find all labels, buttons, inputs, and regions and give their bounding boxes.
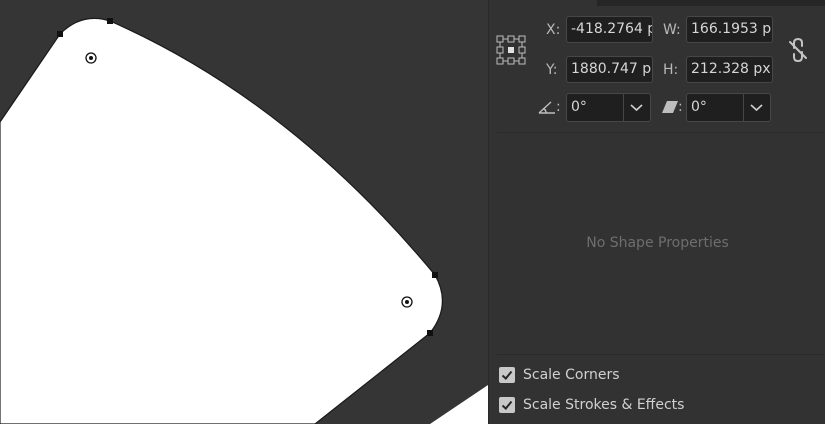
no-shape-properties-message: No Shape Properties [586, 235, 729, 251]
shear-colon: : [678, 99, 683, 115]
chevron-down-icon[interactable] [743, 94, 770, 121]
checkmark-icon [501, 370, 513, 380]
x-label: X: [546, 22, 561, 38]
h-label: H: [663, 62, 679, 78]
section-divider [497, 132, 825, 133]
anchor-point[interactable] [432, 272, 438, 278]
y-label: Y: [546, 62, 558, 78]
angle-colon: : [556, 99, 561, 115]
section-divider [497, 354, 825, 355]
anchor-point[interactable] [107, 18, 113, 24]
x-input[interactable]: -418.2764 p [566, 16, 653, 43]
corner-widget[interactable] [85, 52, 97, 64]
chevron-down-icon[interactable] [623, 94, 650, 121]
artboard-canvas[interactable] [0, 0, 488, 424]
angle-value[interactable]: 0° [571, 94, 587, 121]
panel-tab-strip [597, 0, 825, 6]
scale-corners-checkbox[interactable] [499, 367, 515, 383]
rotate-angle-dropdown[interactable]: 0° [566, 93, 651, 122]
rotate-angle-icon [538, 101, 555, 114]
scale-strokes-effects-checkbox[interactable] [499, 397, 515, 413]
reference-point-icon[interactable] [496, 35, 526, 65]
w-label: W: [663, 22, 681, 38]
shear-value[interactable]: 0° [691, 94, 707, 121]
height-input[interactable]: 212.328 px [686, 56, 773, 83]
selected-shape[interactable] [0, 0, 488, 424]
anchor-point[interactable] [427, 330, 433, 336]
secondary-shape[interactable] [430, 385, 488, 424]
properties-panel: X: -418.2764 p W: 166.1953 p: Y: 1880.74… [488, 0, 825, 424]
y-input[interactable]: 1880.747 p: [566, 56, 653, 83]
shear-angle-dropdown[interactable]: 0° [686, 93, 771, 122]
unlink-proportions-icon[interactable] [787, 37, 809, 63]
corner-widget[interactable] [401, 296, 413, 308]
anchor-point[interactable] [57, 31, 63, 37]
scale-corners-label[interactable]: Scale Corners [523, 367, 620, 383]
rounded-shape-path[interactable] [0, 17, 444, 424]
width-input[interactable]: 166.1953 p: [686, 16, 773, 43]
checkmark-icon [501, 400, 513, 410]
scale-strokes-effects-label[interactable]: Scale Strokes & Effects [523, 397, 684, 413]
shear-icon [662, 101, 678, 113]
